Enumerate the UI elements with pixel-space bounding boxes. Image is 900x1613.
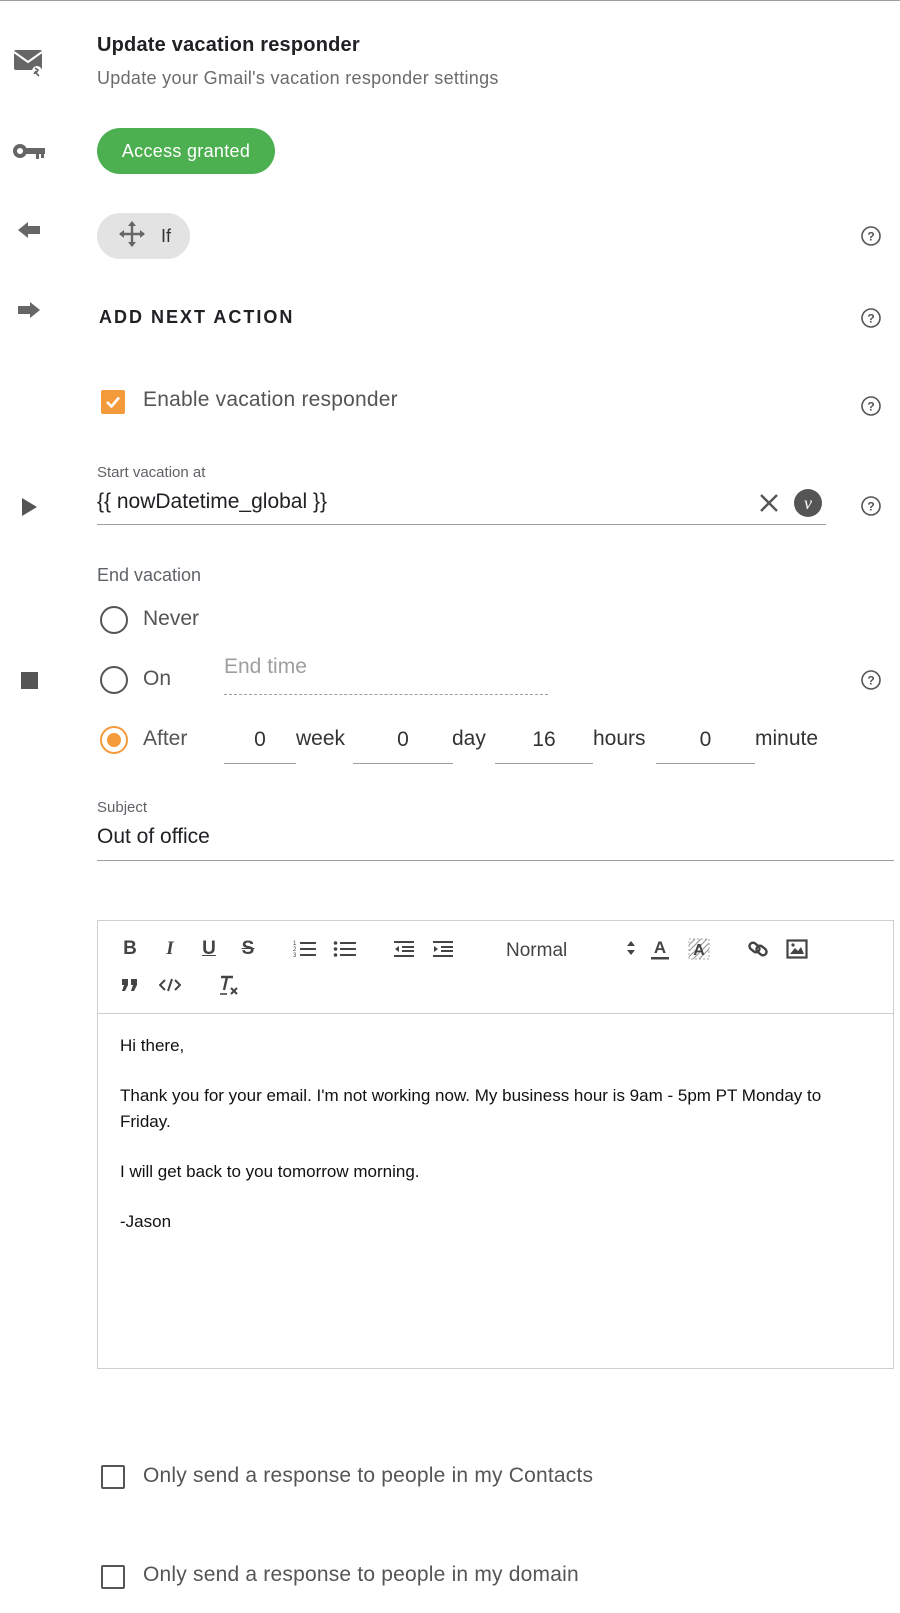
end-vacation-label: End vacation — [97, 565, 202, 585]
bullet-list-icon[interactable] — [331, 935, 359, 963]
help-icon[interactable]: ? — [860, 307, 882, 329]
svg-text:?: ? — [867, 230, 874, 244]
variable-picker-icon[interactable]: v — [794, 489, 822, 517]
start-vacation-label: Start vacation at — [97, 464, 206, 481]
enable-vacation-label: Enable vacation responder — [143, 388, 398, 411]
indent-icon[interactable] — [429, 935, 457, 963]
if-label: If — [161, 225, 172, 246]
help-icon[interactable]: ? — [860, 669, 882, 691]
page-subtitle: Update your Gmail's vacation responder s… — [97, 68, 499, 88]
contacts-only-checkbox[interactable] — [101, 1465, 125, 1489]
week-input[interactable]: 0 — [224, 716, 296, 764]
outdent-icon[interactable] — [390, 935, 418, 963]
enable-vacation-checkbox[interactable] — [101, 390, 125, 414]
end-never-radio[interactable] — [100, 606, 128, 634]
page-title: Update vacation responder — [97, 34, 360, 56]
background-color-icon[interactable]: A — [685, 935, 713, 963]
arrow-left-icon — [12, 213, 46, 247]
message-line: -Jason — [120, 1212, 172, 1231]
image-icon[interactable] — [783, 935, 811, 963]
clear-icon[interactable] — [757, 491, 781, 520]
ordered-list-icon[interactable]: 123 — [291, 935, 319, 963]
end-time-underline — [224, 694, 548, 695]
end-after-label: After — [143, 727, 188, 750]
svg-text:?: ? — [867, 400, 874, 414]
help-icon[interactable]: ? — [860, 225, 882, 247]
svg-text:A: A — [654, 938, 666, 957]
if-condition-button[interactable]: If — [97, 213, 190, 259]
format-select-value: Normal — [506, 940, 568, 961]
help-icon[interactable]: ? — [860, 395, 882, 417]
end-after-radio[interactable] — [100, 726, 128, 754]
domain-only-label: Only send a response to people in my dom… — [143, 1563, 579, 1586]
arrow-right-icon — [12, 293, 46, 327]
editor-toolbar: B I U S 123 Normal A A — [98, 921, 893, 1014]
message-line: Hi there, — [120, 1036, 185, 1055]
check-icon — [106, 396, 120, 409]
message-editor: B I U S 123 Normal A A Hi there, Thank y… — [97, 920, 894, 1369]
day-input[interactable]: 0 — [353, 716, 453, 764]
help-icon[interactable]: ? — [860, 495, 882, 517]
day-unit-label: day — [452, 727, 486, 750]
week-unit-label: week — [296, 727, 346, 750]
add-next-action-button[interactable]: ADD NEXT ACTION — [99, 307, 294, 328]
select-arrows-icon — [626, 940, 636, 962]
play-icon — [12, 490, 46, 524]
minute-input[interactable]: 0 — [656, 716, 755, 764]
link-icon[interactable] — [744, 935, 772, 963]
access-granted-button[interactable]: Access granted — [97, 128, 275, 174]
top-divider — [0, 0, 900, 1]
start-vacation-input[interactable]: {{ nowDatetime_global }} — [97, 490, 327, 514]
domain-only-checkbox[interactable] — [101, 1565, 125, 1589]
subject-label: Subject — [97, 799, 148, 816]
code-icon[interactable] — [156, 971, 184, 999]
clear-format-icon[interactable] — [215, 971, 243, 999]
branch-icon — [117, 220, 147, 253]
hours-unit-label: hours — [593, 727, 646, 750]
text-color-icon[interactable]: A — [646, 935, 674, 963]
format-select[interactable]: Normal — [506, 936, 636, 966]
svg-text:?: ? — [867, 674, 874, 688]
start-vacation-underline — [97, 524, 826, 525]
svg-text:?: ? — [867, 500, 874, 514]
bold-icon[interactable]: B — [116, 935, 144, 963]
hours-input[interactable]: 16 — [495, 716, 593, 764]
end-never-label: Never — [143, 607, 200, 630]
message-line: I will get back to you tomorrow morning. — [120, 1162, 420, 1181]
underline-icon[interactable]: U — [195, 935, 223, 963]
message-line: Thank you for your email. I'm not workin… — [120, 1086, 822, 1131]
strikethrough-icon[interactable]: S — [234, 935, 262, 963]
end-on-radio[interactable] — [100, 666, 128, 694]
end-on-label: On — [143, 667, 172, 690]
subject-input[interactable]: Out of office — [97, 825, 210, 849]
italic-icon[interactable]: I — [156, 935, 184, 963]
stop-icon — [12, 663, 46, 697]
vacation-mail-icon — [12, 46, 46, 80]
message-body[interactable]: Hi there, Thank you for your email. I'm … — [120, 1033, 870, 1259]
svg-text:?: ? — [867, 312, 874, 326]
svg-text:3: 3 — [293, 953, 297, 959]
blockquote-icon[interactable] — [116, 971, 144, 999]
svg-text:A: A — [693, 942, 705, 959]
key-icon — [12, 134, 46, 168]
subject-underline — [97, 860, 894, 861]
contacts-only-label: Only send a response to people in my Con… — [143, 1464, 594, 1487]
minute-unit-label: minute — [755, 727, 819, 750]
end-time-input[interactable]: End time — [224, 655, 307, 679]
